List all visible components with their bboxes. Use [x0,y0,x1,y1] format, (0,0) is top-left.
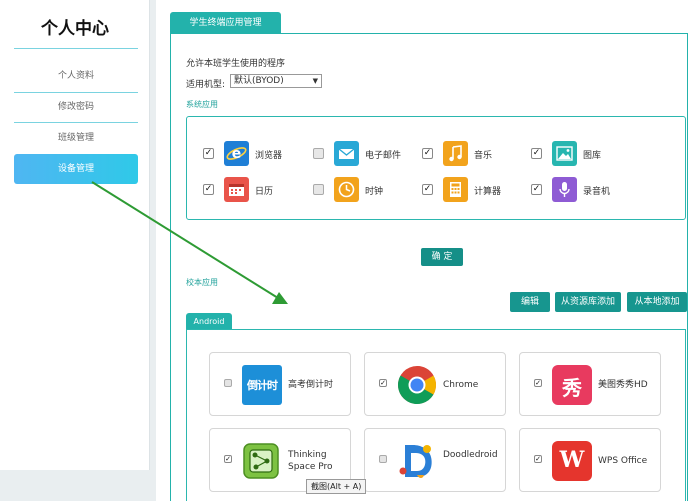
screenshot-tooltip: 截图(Alt + A) [306,479,367,494]
annotation-arrow [91,181,288,304]
